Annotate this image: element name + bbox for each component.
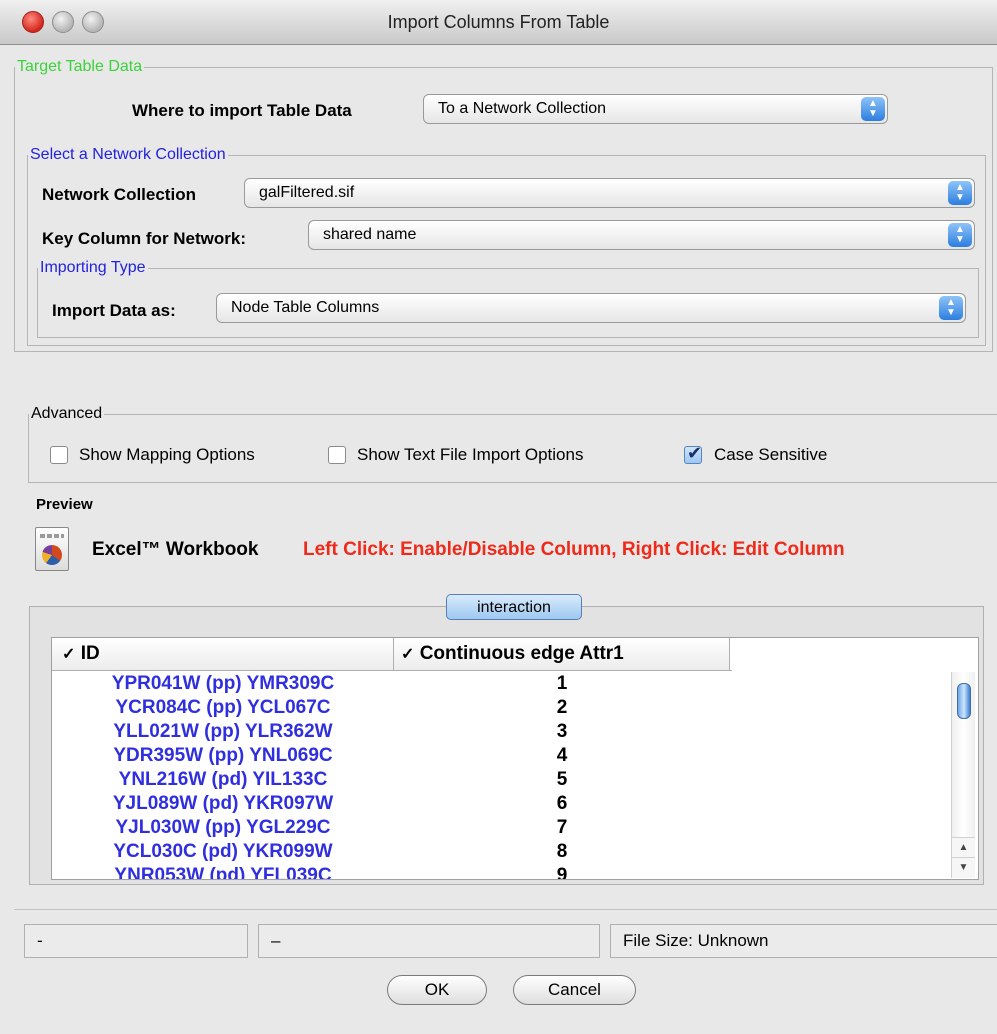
select-arrows-icon: ▲ ▼: [861, 97, 885, 121]
show-text-file-import-options-checkbox[interactable]: [328, 446, 346, 464]
cell-value: 1: [556, 673, 568, 694]
import-data-as-value: Node Table Columns: [231, 299, 380, 316]
column-check-icon: ✓: [401, 646, 415, 663]
table-row: YJL030W (pp) YGL229C 7: [52, 816, 952, 840]
cell-id: YNR053W (pd) YFL039C: [114, 865, 332, 880]
table-header: ✓ ID ✓ Continuous edge Attr1: [52, 638, 732, 671]
show-text-file-import-options-label[interactable]: Show Text File Import Options: [357, 445, 583, 465]
cell-id: YJL089W (pd) YKR097W: [112, 793, 334, 814]
network-collection-select[interactable]: galFiltered.sif ▲ ▼: [244, 178, 975, 208]
table-row: YCR084C (pp) YCL067C 2: [52, 696, 952, 720]
import-data-as-select[interactable]: Node Table Columns ▲ ▼: [216, 293, 966, 323]
cell-id: YCR084C (pp) YCL067C: [115, 697, 331, 718]
case-sensitive-checkbox[interactable]: [684, 443, 702, 464]
select-arrows-icon: ▲ ▼: [939, 296, 963, 320]
table-body: YPR041W (pp) YMR309C 1 YCR084C (pp) YCL0…: [52, 672, 952, 880]
network-collection-legend: Select a Network Collection: [30, 146, 226, 163]
import-data-as-label: Import Data as:: [52, 301, 176, 320]
table-row: YJL089W (pd) YKR097W 6: [52, 792, 952, 816]
show-mapping-options-checkbox[interactable]: [50, 446, 68, 464]
window-title: Import Columns From Table: [387, 12, 610, 32]
cell-value: 3: [556, 721, 568, 742]
title-bar: Import Columns From Table: [0, 0, 997, 45]
column-check-icon: ✓: [62, 646, 76, 663]
cell-id: YLL021W (pp) YLR362W: [113, 721, 333, 742]
column-header-id[interactable]: ✓ ID: [52, 638, 394, 670]
table-row: YCL030C (pd) YKR099W 8: [52, 840, 952, 864]
cell-id: YJL030W (pp) YGL229C: [115, 817, 331, 838]
scroll-up-arrow-icon[interactable]: ▲: [951, 837, 975, 858]
cell-value: 8: [556, 841, 568, 862]
advanced-legend: Advanced: [31, 405, 103, 422]
cancel-button[interactable]: Cancel: [513, 975, 636, 1005]
ok-button[interactable]: OK: [387, 975, 487, 1005]
where-to-import-select[interactable]: To a Network Collection ▲ ▼: [423, 94, 888, 124]
advanced-group: Advanced: [28, 405, 997, 483]
workbook-name: Excel™ Workbook: [92, 539, 259, 560]
table-row: YNR053W (pd) YFL039C 9: [52, 864, 952, 880]
where-to-import-label: Where to import Table Data: [132, 101, 352, 120]
sheet-tab-interaction[interactable]: interaction: [446, 594, 582, 620]
case-sensitive-label[interactable]: Case Sensitive: [714, 445, 827, 465]
where-to-import-value: To a Network Collection: [438, 100, 607, 117]
key-column-select[interactable]: shared name ▲ ▼: [308, 220, 975, 250]
cell-value: 7: [556, 817, 568, 838]
show-mapping-options-label[interactable]: Show Mapping Options: [79, 445, 255, 465]
table-row: YLL021W (pp) YLR362W 3: [52, 720, 952, 744]
select-arrows-icon: ▲ ▼: [948, 181, 972, 205]
cell-id: YDR395W (pp) YNL069C: [113, 745, 333, 766]
cell-value: 9: [556, 865, 568, 880]
table-row: YNL216W (pd) YIL133C 5: [52, 768, 952, 792]
key-column-label: Key Column for Network:: [42, 229, 247, 248]
file-size-status: File Size: Unknown: [610, 924, 997, 958]
preview-table: ✓ ID ✓ Continuous edge Attr1 YPR041W (pp…: [51, 637, 979, 880]
importing-type-legend: Importing Type: [40, 259, 146, 276]
cell-value: 6: [556, 793, 568, 814]
network-collection-label: Network Collection: [42, 185, 196, 204]
key-column-value: shared name: [323, 226, 417, 243]
cell-value: 4: [556, 745, 568, 766]
column-hint: Left Click: Enable/Disable Column, Right…: [303, 539, 845, 560]
cell-id: YPR041W (pp) YMR309C: [111, 673, 335, 694]
status-field-middle: –: [258, 924, 600, 958]
network-collection-value: galFiltered.sif: [259, 184, 355, 201]
scrollbar-thumb[interactable]: [957, 683, 971, 719]
column-header-label: ID: [80, 643, 100, 664]
table-row: YPR041W (pp) YMR309C 1: [52, 672, 952, 696]
select-arrows-icon: ▲ ▼: [948, 223, 972, 247]
cell-id: YCL030C (pd) YKR099W: [113, 841, 333, 862]
table-row: YDR395W (pp) YNL069C 4: [52, 744, 952, 768]
target-table-data-legend: Target Table Data: [17, 58, 143, 75]
excel-workbook-icon: [35, 527, 69, 571]
cell-id: YNL216W (pd) YIL133C: [118, 769, 328, 790]
column-header-continuous-edge-attr1[interactable]: ✓ Continuous edge Attr1: [394, 638, 730, 670]
preview-title: Preview: [36, 496, 93, 513]
scroll-down-arrow-icon[interactable]: ▼: [951, 857, 975, 878]
cell-value: 5: [556, 769, 568, 790]
status-field-left: -: [24, 924, 248, 958]
cell-value: 2: [556, 697, 568, 718]
column-header-label: Continuous edge Attr1: [419, 643, 624, 664]
separator: [14, 909, 997, 910]
